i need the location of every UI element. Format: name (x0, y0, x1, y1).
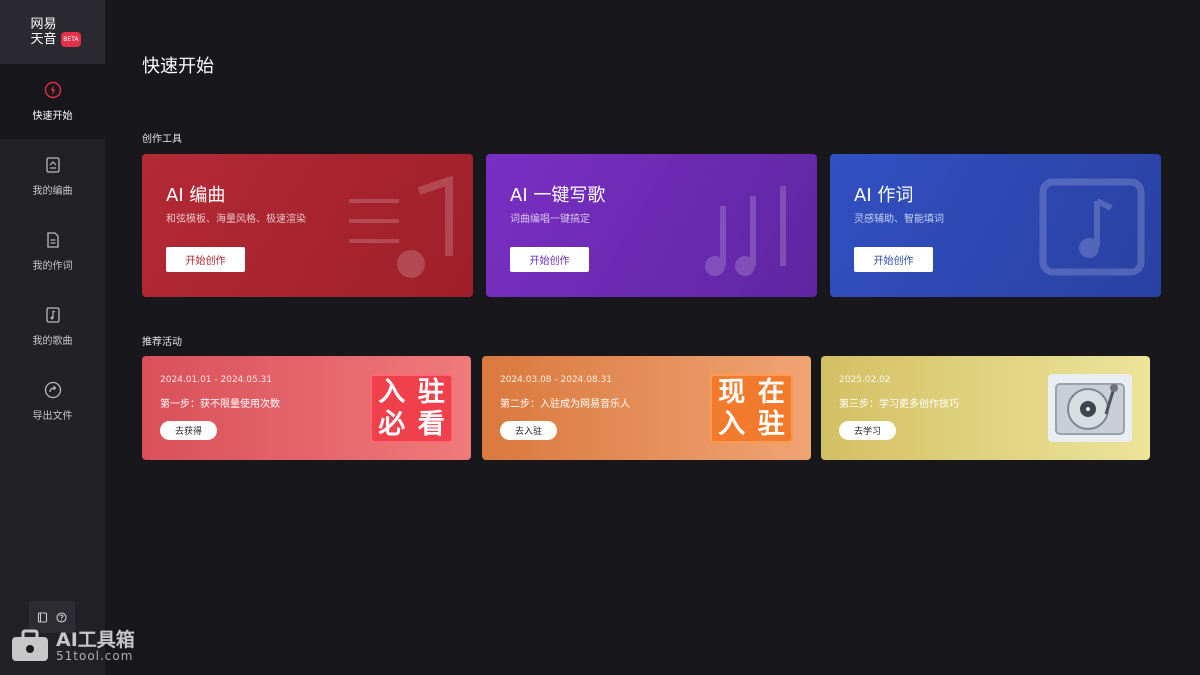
start-creating-button[interactable]: 开始创作 (510, 247, 589, 272)
logo-text-line1: 网易 (30, 17, 57, 32)
tool-card-title: AI 一键写歌 (510, 185, 606, 206)
badge-char: 驻 (417, 376, 445, 408)
sidebar-item-export[interactable]: 导出文件 (0, 364, 105, 439)
section-title-tools: 创作工具 (142, 134, 182, 145)
tool-card-subtitle: 和弦模板、海量风格、极速渲染 (166, 214, 306, 225)
badge-char: 看 (417, 409, 445, 441)
badge-char: 入 (718, 409, 746, 441)
learn-button[interactable]: 去学习 (839, 421, 897, 440)
tool-card-subtitle: 灵感辅助、智能填词 (854, 214, 944, 225)
lyrics-note-icon (1039, 178, 1145, 276)
badge-char: 必 (378, 409, 406, 441)
activity-step: 第三步：学习更多创作技巧 (839, 399, 959, 410)
tool-card-ai-arrangement[interactable]: AI 编曲 和弦模板、海量风格、极速渲染 开始创作 (142, 154, 473, 297)
tool-card-ai-lyrics[interactable]: AI 作词 灵感辅助、智能填词 开始创作 (830, 154, 1161, 297)
tool-card-ai-song[interactable]: AI 一键写歌 词曲编唱一键搞定 开始创作 (486, 154, 817, 297)
watermark-title: AI工具箱 (56, 628, 135, 651)
toolbox-icon (12, 629, 48, 661)
sidebar-item-label: 我的作词 (32, 261, 73, 272)
sidebar-item-my-songs[interactable]: 我的歌曲 (0, 289, 105, 364)
export-icon (44, 381, 61, 399)
sidebar-item-quick-start[interactable]: 快速开始 (0, 64, 105, 139)
activity-card-2[interactable]: 2024.03.08 - 2024.08.31 第二步：入驻成为网易音乐人 去入… (482, 356, 811, 460)
badge-char: 驻 (757, 409, 785, 441)
activity-date: 2024.01.01 - 2024.05.31 (160, 375, 273, 385)
sidebar-item-label: 快速开始 (32, 111, 73, 122)
score-icon (45, 157, 60, 173)
help-icon[interactable] (56, 611, 67, 623)
activity-step: 第二步：入驻成为网易音乐人 (500, 399, 630, 410)
sidebar-item-my-lyrics[interactable]: 我的作词 (0, 214, 105, 289)
sidebar-item-label: 我的编曲 (32, 186, 73, 197)
tool-card-title: AI 编曲 (166, 185, 226, 206)
site-watermark: AI工具箱 51tool.com (10, 629, 135, 663)
document-icon (46, 232, 59, 248)
badge-char: 现 (718, 376, 746, 408)
activity-card-3[interactable]: 2025.02.02 第三步：学习更多创作技巧 去学习 (821, 356, 1150, 460)
tool-card-subtitle: 词曲编唱一键搞定 (510, 214, 590, 225)
sidebar-item-label: 导出文件 (32, 411, 73, 422)
join-badge: 入 驻 必 看 (370, 374, 453, 443)
start-creating-button[interactable]: 开始创作 (854, 247, 933, 272)
page-title: 快速开始 (142, 56, 214, 77)
main-content: 快速开始 创作工具 AI 编曲 和弦模板、海量风格、极速渲染 开始创作 AI 一… (105, 0, 1200, 675)
badge-char: 入 (378, 376, 406, 408)
sidebar-item-my-arrangements[interactable]: 我的编曲 (0, 139, 105, 214)
song-file-icon (45, 307, 60, 323)
badge-char: 在 (757, 376, 785, 408)
app-logo[interactable]: 网易 天音 BETA (0, 0, 105, 64)
activity-date: 2025.02.02 (839, 375, 891, 385)
beta-badge: BETA (61, 32, 81, 47)
tool-card-title: AI 作词 (854, 185, 914, 206)
music-note-icon (349, 176, 453, 278)
sidebar-item-label: 我的歌曲 (32, 336, 73, 347)
section-title-activities: 推荐活动 (142, 337, 182, 348)
join-button[interactable]: 去入驻 (500, 421, 558, 440)
turntable-image (1048, 374, 1132, 442)
activity-card-1[interactable]: 2024.01.01 - 2024.05.31 第一步：获不限量使用次数 去获得… (142, 356, 471, 460)
activity-step: 第一步：获不限量使用次数 (160, 399, 280, 410)
sidebar: 网易 天音 BETA 快速开始 我的编曲 我的作词 我的歌曲 导出文件 (0, 0, 105, 675)
music-note-icon (705, 186, 786, 276)
get-button[interactable]: 去获得 (160, 421, 218, 440)
lightning-icon (44, 81, 61, 99)
join-now-badge: 现 在 入 驻 (710, 374, 793, 443)
start-creating-button[interactable]: 开始创作 (166, 247, 245, 272)
book-icon[interactable] (37, 611, 48, 623)
watermark-url: 51tool.com (56, 648, 134, 663)
activity-date: 2024.03.08 - 2024.08.31 (500, 375, 613, 385)
